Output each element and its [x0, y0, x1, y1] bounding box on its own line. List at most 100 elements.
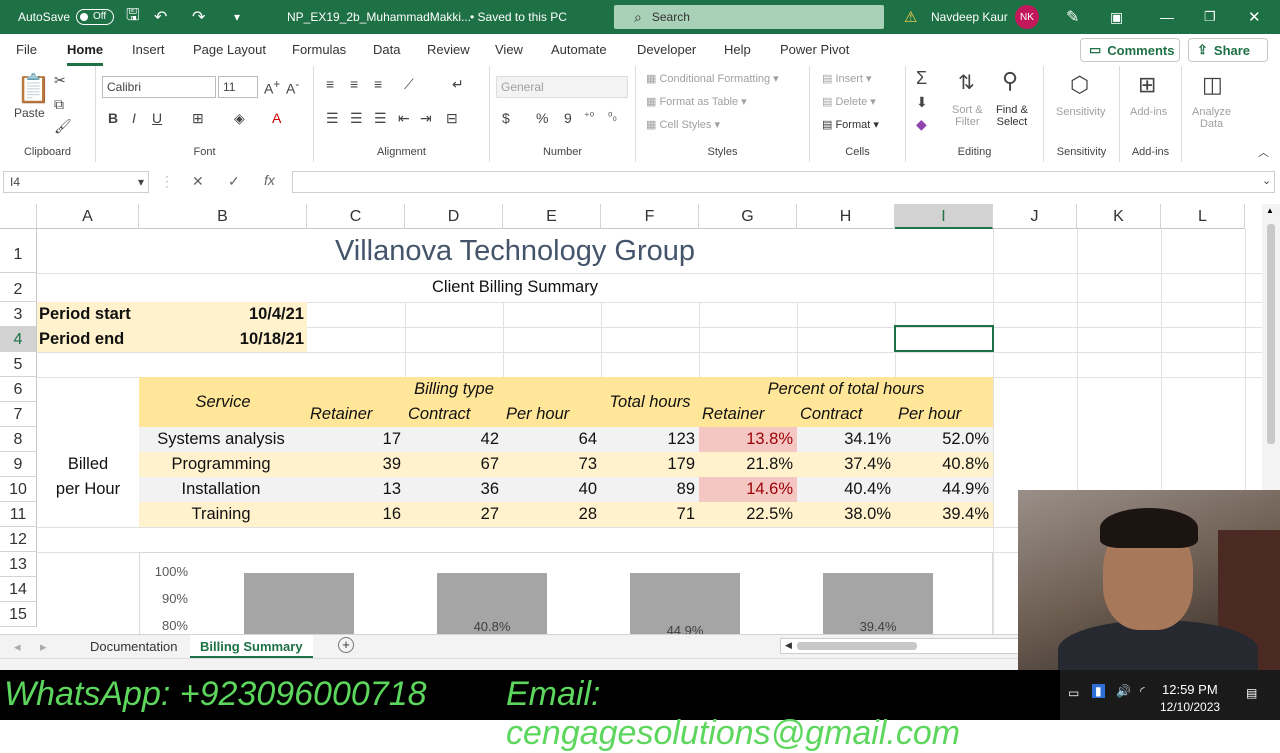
col-header-e[interactable]: E	[503, 204, 601, 229]
decrease-indent-icon[interactable]: ⇤	[398, 110, 410, 127]
find-icon[interactable]: ⚲	[1002, 68, 1018, 94]
cell-styles-button[interactable]: ▦ Cell Styles ▾	[646, 118, 720, 131]
avatar[interactable]: NK	[1015, 5, 1039, 29]
cell-p-ph-row-8[interactable]: 52.0%	[895, 427, 989, 452]
decrease-decimal-icon[interactable]: ⁰₀	[608, 110, 617, 123]
row-header-7[interactable]: 7	[0, 402, 37, 427]
wrap-text-icon[interactable]: ↵	[452, 76, 464, 93]
row-header-8[interactable]: 8	[0, 427, 37, 452]
app-icon[interactable]: ▮	[1092, 684, 1105, 698]
tab-home[interactable]: Home	[67, 42, 104, 66]
col-header-h[interactable]: H	[797, 204, 895, 229]
hdr-contract[interactable]: Contract	[408, 402, 503, 427]
wifi-icon[interactable]: ◜	[1140, 684, 1145, 698]
fill-icon[interactable]: ⬇	[916, 94, 928, 111]
tab-help[interactable]: Help	[724, 42, 751, 57]
cell-perhour-row-8[interactable]: 64	[503, 427, 597, 452]
enter-icon[interactable]: ✓	[228, 173, 240, 190]
merge-center-icon[interactable]: ⊟	[446, 110, 458, 127]
battery-icon[interactable]: ▭	[1068, 686, 1079, 700]
row-header-14[interactable]: 14	[0, 577, 37, 602]
tab-formulas[interactable]: Formulas	[292, 42, 346, 57]
tab-page-layout[interactable]: Page Layout	[193, 42, 266, 57]
col-header-k[interactable]: K	[1077, 204, 1161, 229]
orientation-icon[interactable]: ⟋	[404, 76, 414, 93]
row-header-1[interactable]: 1	[0, 229, 37, 273]
addins-icon[interactable]: ⊞	[1138, 72, 1156, 98]
tab-insert[interactable]: Insert	[132, 42, 165, 57]
vertical-scrollbar[interactable]: ▲	[1262, 204, 1280, 490]
format-as-table-button[interactable]: ▦ Format as Table ▾	[646, 95, 747, 108]
row-header-5[interactable]: 5	[0, 352, 37, 377]
undo-icon[interactable]: ↶	[154, 0, 167, 34]
italic-icon[interactable]: I	[132, 110, 136, 126]
warning-icon[interactable]: ⚠	[904, 0, 917, 34]
scroll-left-icon[interactable]: ◀	[785, 640, 792, 651]
comma-icon[interactable]: 9	[564, 110, 572, 126]
cell-contract-row-8[interactable]: 42	[405, 427, 499, 452]
row-header-9[interactable]: 9	[0, 452, 37, 477]
name-box[interactable]: I4 ▾	[3, 171, 149, 193]
period-end-label[interactable]: Period end	[39, 327, 139, 352]
cell-contract-row-11[interactable]: 27	[405, 502, 499, 527]
cell-total-row-9[interactable]: 179	[601, 452, 695, 477]
insert-cells-button[interactable]: ▤ Insert ▾	[822, 72, 872, 85]
cell-service-row-10[interactable]: Installation	[139, 477, 303, 502]
cell-retainer-row-9[interactable]: 39	[307, 452, 401, 477]
row-header-12[interactable]: 12	[0, 527, 37, 552]
hdr-service[interactable]: Service	[139, 377, 307, 427]
user-name[interactable]: Navdeep Kaur	[931, 0, 1008, 34]
tab-developer[interactable]: Developer	[637, 42, 696, 57]
side-label-per-hour[interactable]: per Hour	[37, 477, 139, 502]
cell-p-con-row-11[interactable]: 38.0%	[797, 502, 891, 527]
collapse-ribbon-icon[interactable]: ︿	[1258, 144, 1269, 160]
select-all[interactable]	[0, 204, 37, 229]
period-start-label[interactable]: Period start	[39, 302, 139, 327]
cell-p-ret-row-11[interactable]: 22.5%	[699, 502, 793, 527]
hdr-percent[interactable]: Percent of total hours	[699, 377, 993, 402]
search-box[interactable]: ⌕ Search	[614, 5, 884, 29]
increase-indent-icon[interactable]: ⇥	[420, 110, 432, 127]
cell-total-row-10[interactable]: 89	[601, 477, 695, 502]
cell-contract-row-10[interactable]: 36	[405, 477, 499, 502]
col-header-l[interactable]: L	[1161, 204, 1245, 229]
tab-view[interactable]: View	[495, 42, 523, 57]
autosave-toggle[interactable]: Off	[76, 9, 114, 25]
autosum-icon[interactable]: Σ	[916, 68, 927, 89]
cell-retainer-row-10[interactable]: 13	[307, 477, 401, 502]
embedded-chart[interactable]: 100% 90% 80% 40.8% 44.9% 39.4%	[139, 552, 993, 634]
minimize-icon[interactable]: —	[1160, 0, 1174, 34]
tab-review[interactable]: Review	[427, 42, 470, 57]
tab-automate[interactable]: Automate	[551, 42, 607, 57]
save-icon[interactable]: 🖫	[126, 0, 140, 34]
borders-icon[interactable]: ⊞	[192, 110, 204, 127]
sort-filter-icon[interactable]: ⇅	[958, 70, 975, 95]
redo-icon[interactable]: ↷	[192, 0, 205, 34]
sheet-subtitle[interactable]: Client Billing Summary	[37, 273, 993, 302]
bold-icon[interactable]: B	[108, 110, 118, 126]
expand-formula-icon[interactable]: ⌄	[1262, 174, 1271, 187]
sheet-title[interactable]: Villanova Technology Group	[37, 229, 993, 273]
h-scroll-thumb[interactable]	[797, 642, 917, 650]
tab-documentation[interactable]: Documentation	[80, 635, 187, 658]
ribbon-display-icon[interactable]: ▣	[1110, 0, 1123, 34]
cell-p-con-row-8[interactable]: 34.1%	[797, 427, 891, 452]
side-label-billed[interactable]: Billed	[37, 452, 139, 477]
delete-cells-button[interactable]: ▤ Delete ▾	[822, 95, 876, 108]
clock-time[interactable]: 12:59 PM	[1162, 682, 1218, 697]
row-header-6[interactable]: 6	[0, 377, 37, 402]
cell-p-con-row-10[interactable]: 40.4%	[797, 477, 891, 502]
scroll-thumb[interactable]	[1267, 224, 1275, 444]
col-header-c[interactable]: C	[307, 204, 405, 229]
paste-button[interactable]: Paste	[14, 106, 45, 120]
tab-data[interactable]: Data	[373, 42, 400, 57]
scroll-up-icon[interactable]: ▲	[1266, 206, 1274, 215]
cell-perhour-row-10[interactable]: 40	[503, 477, 597, 502]
paste-icon[interactable]: 📋	[16, 72, 51, 105]
tab-file[interactable]: File	[16, 42, 37, 57]
find-select-button[interactable]: Find & Select	[996, 104, 1028, 128]
font-name-dropdown[interactable]: Calibri	[102, 76, 216, 98]
row-header-4[interactable]: 4	[0, 327, 37, 352]
tab-power-pivot[interactable]: Power Pivot	[780, 42, 849, 57]
cell-p-ret-row-9[interactable]: 21.8%	[699, 452, 793, 477]
